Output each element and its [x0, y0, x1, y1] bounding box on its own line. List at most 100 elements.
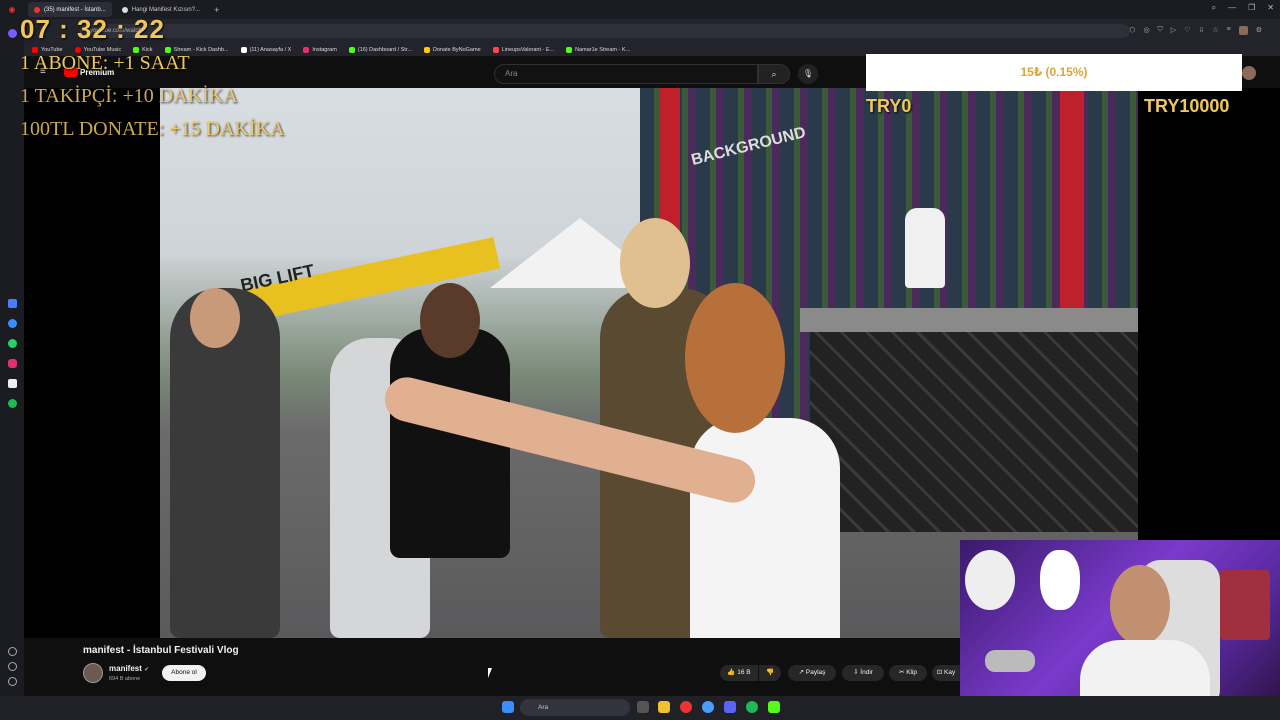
subscribe-button[interactable]: Abone ol [162, 665, 206, 681]
valorant-icon [492, 46, 499, 53]
like-button[interactable]: 👍 16 B [720, 665, 758, 681]
webcam-overlay [960, 540, 1280, 720]
channel-avatar[interactable] [83, 663, 103, 683]
close-button[interactable]: ✕ [1267, 3, 1274, 13]
aria-icon[interactable] [8, 29, 17, 38]
search-icon[interactable]: ⌕ [1212, 3, 1216, 13]
account-avatar[interactable] [1242, 66, 1256, 80]
play-icon[interactable]: ▷ [1171, 26, 1176, 35]
bookmark-x[interactable]: (11) Anasayfa / X [240, 46, 292, 53]
rule-subscribe: 1 ABONE: +1 SAAT [20, 52, 190, 74]
youtube-search-input[interactable]: Ara [494, 64, 758, 84]
bookmark-donate[interactable]: Donate ByNoGame [423, 46, 481, 53]
ai-icon[interactable] [8, 299, 17, 308]
windows-start-icon[interactable] [502, 701, 514, 713]
app-icon[interactable] [702, 701, 714, 713]
thumbs-up-icon: 👍 [727, 669, 736, 676]
search-placeholder: Ara [505, 69, 518, 78]
bookmark-icon: ⊡ [936, 669, 943, 676]
opera-logo-icon[interactable]: ◉ [0, 5, 24, 14]
window-controls: ⌕ — ❐ ✕ [1212, 3, 1274, 13]
minimize-button[interactable]: — [1228, 3, 1236, 13]
video-title: manifest - İstanbul Festivali Vlog [83, 645, 239, 656]
messenger-icon[interactable] [8, 319, 17, 328]
spotify-icon[interactable] [746, 701, 758, 713]
heart-icon[interactable] [8, 647, 17, 656]
voice-search-button[interactable]: 🎙 [798, 64, 818, 84]
microphone-icon: 🎙 [802, 69, 814, 78]
share-button[interactable]: ↗ Paylaş [788, 665, 836, 681]
kick-icon[interactable] [768, 701, 780, 713]
search-icon: ⌕ [771, 69, 777, 79]
fan [965, 550, 1015, 610]
bookmark-label: (11) Anasayfa / X [249, 46, 292, 53]
file-explorer-icon[interactable] [658, 701, 670, 713]
discord-icon[interactable] [724, 701, 736, 713]
dislike-button[interactable]: 👎 [759, 665, 781, 681]
stage-platform [800, 308, 1138, 332]
history-icon[interactable] [8, 662, 17, 671]
bookmark-dashboard[interactable]: (16) Dashboard / Str... [348, 46, 412, 53]
mouse-cursor [488, 668, 492, 678]
settings-icon[interactable]: ⚙ [1256, 26, 1262, 35]
download-button[interactable]: ⇩ İndir [842, 665, 884, 681]
scissors-icon: ✂ [898, 669, 905, 676]
download-icon[interactable]: ⇩ [1198, 26, 1204, 35]
bookmark-instagram[interactable]: Instagram [303, 46, 337, 53]
person [690, 418, 840, 638]
menu-icon[interactable]: ≡ [1227, 26, 1231, 35]
bookmark-label: Donate ByNoGame [432, 46, 481, 53]
streamer-head [1110, 565, 1170, 645]
tab-label: Hangi Manifest Kızısın?... [131, 6, 201, 13]
browser-tab-bar: ◉ (35) manifest - İstanb... Hangi Manife… [0, 0, 1280, 19]
instagram-icon[interactable] [8, 359, 17, 368]
opera-icon[interactable] [680, 701, 692, 713]
task-view-icon[interactable] [637, 701, 649, 713]
like-count: 16 B [737, 669, 751, 676]
whatsapp-icon[interactable] [8, 339, 17, 348]
save-label: Kay [944, 669, 956, 676]
donation-goal-bar: 15₺ (0.15%) [866, 54, 1242, 91]
camera-icon[interactable]: ◎ [1143, 26, 1149, 35]
clip-label: Klip [906, 669, 918, 676]
save-button[interactable]: ⊡ Kay [932, 665, 960, 681]
person-head [420, 283, 480, 358]
tab-label: (35) manifest - İstanb... [44, 6, 106, 13]
url-field[interactable]: youtube.com/watch [80, 24, 1130, 38]
download-label: İndir [860, 669, 873, 676]
rule-donate: 100TL DONATE: +15 DAKİKA [20, 118, 285, 140]
person-on-stage [905, 208, 945, 288]
channel-name[interactable]: manifest ✔ [109, 664, 149, 673]
kick-icon [566, 46, 573, 53]
donation-goal-text: 15₺ (0.15%) [1020, 65, 1088, 79]
heart-icon[interactable]: ♡ [1184, 26, 1190, 35]
microphone-icon [985, 650, 1035, 672]
rule-follow: 1 TAKİPÇİ: +10 DAKİKA [20, 85, 238, 107]
browser-toolbar-icons: ⬡ ◎ ⛉ ▷ ♡ ⇩ ☆ ≡ ⚙ [1129, 26, 1262, 35]
new-tab-button[interactable]: + [214, 5, 219, 15]
spotify-icon[interactable] [8, 399, 17, 408]
extensions-icon[interactable]: ⬡ [1129, 26, 1135, 35]
profile-avatar[interactable] [1238, 26, 1248, 35]
verified-icon: ✔ [144, 667, 150, 673]
x-icon[interactable] [8, 379, 17, 388]
channel-name-text: manifest [109, 664, 142, 673]
site-favicon-icon [121, 6, 128, 13]
bookmark-label: Instagram [312, 46, 337, 53]
person-head [190, 288, 240, 348]
restore-button[interactable]: ❐ [1248, 3, 1255, 13]
bookmark-label: (16) Dashboard / Str... [357, 46, 412, 53]
donate-icon [423, 46, 430, 53]
youtube-search-button[interactable]: ⌕ [758, 64, 790, 84]
bookmark-stream[interactable]: Namar1e Stream - K... [566, 46, 631, 53]
shield-icon[interactable]: ⛉ [1158, 26, 1163, 35]
bookmark-label: Namar1e Stream - K... [575, 46, 631, 53]
clip-button[interactable]: ✂ Klip [889, 665, 927, 681]
taskbar-search-placeholder: Ara [538, 704, 549, 711]
bookmark-lineups[interactable]: LineupsValorant - E... [492, 46, 554, 53]
share-icon: ↗ [798, 669, 805, 676]
settings-icon[interactable] [8, 677, 17, 686]
taskbar-search[interactable]: Ara [520, 699, 630, 716]
youtube-favicon-icon [34, 6, 40, 13]
bookmark-icon[interactable]: ☆ [1212, 26, 1218, 35]
